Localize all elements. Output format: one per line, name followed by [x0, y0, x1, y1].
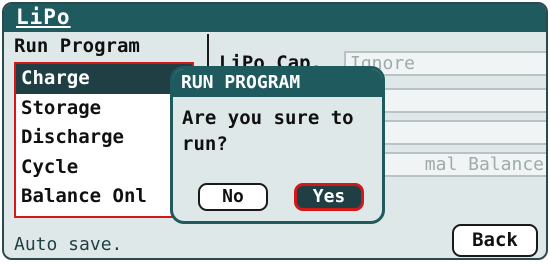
window-title: LiPo — [16, 5, 71, 29]
status-text: Auto save. — [14, 234, 123, 255]
run-program-dialog: RUN PROGRAM Are you sure to run? No Yes — [170, 66, 385, 224]
no-button[interactable]: No — [198, 183, 268, 211]
dialog-title: RUN PROGRAM — [181, 72, 301, 93]
title-bar: LiPo — [4, 4, 546, 32]
balance-mode-text: mal Balance — [424, 154, 544, 175]
menu-header: Run Program — [14, 35, 140, 57]
dialog-title-bar: RUN PROGRAM — [173, 69, 382, 97]
dialog-message: Are you sure to run? — [182, 107, 354, 155]
program-menu: Charge Storage Discharge Cycle Balance O… — [14, 62, 194, 218]
back-button[interactable]: Back — [452, 224, 538, 257]
menu-item-balance-only[interactable]: Balance Onl — [16, 182, 192, 212]
menu-item-charge[interactable]: Charge — [16, 64, 192, 94]
menu-item-storage[interactable]: Storage — [16, 94, 192, 124]
device-screen: LiPo Run Program Charge Storage Discharg… — [0, 0, 550, 264]
menu-item-discharge[interactable]: Discharge — [16, 123, 192, 153]
menu-item-cycle[interactable]: Cycle — [16, 153, 192, 183]
yes-button[interactable]: Yes — [294, 183, 364, 211]
